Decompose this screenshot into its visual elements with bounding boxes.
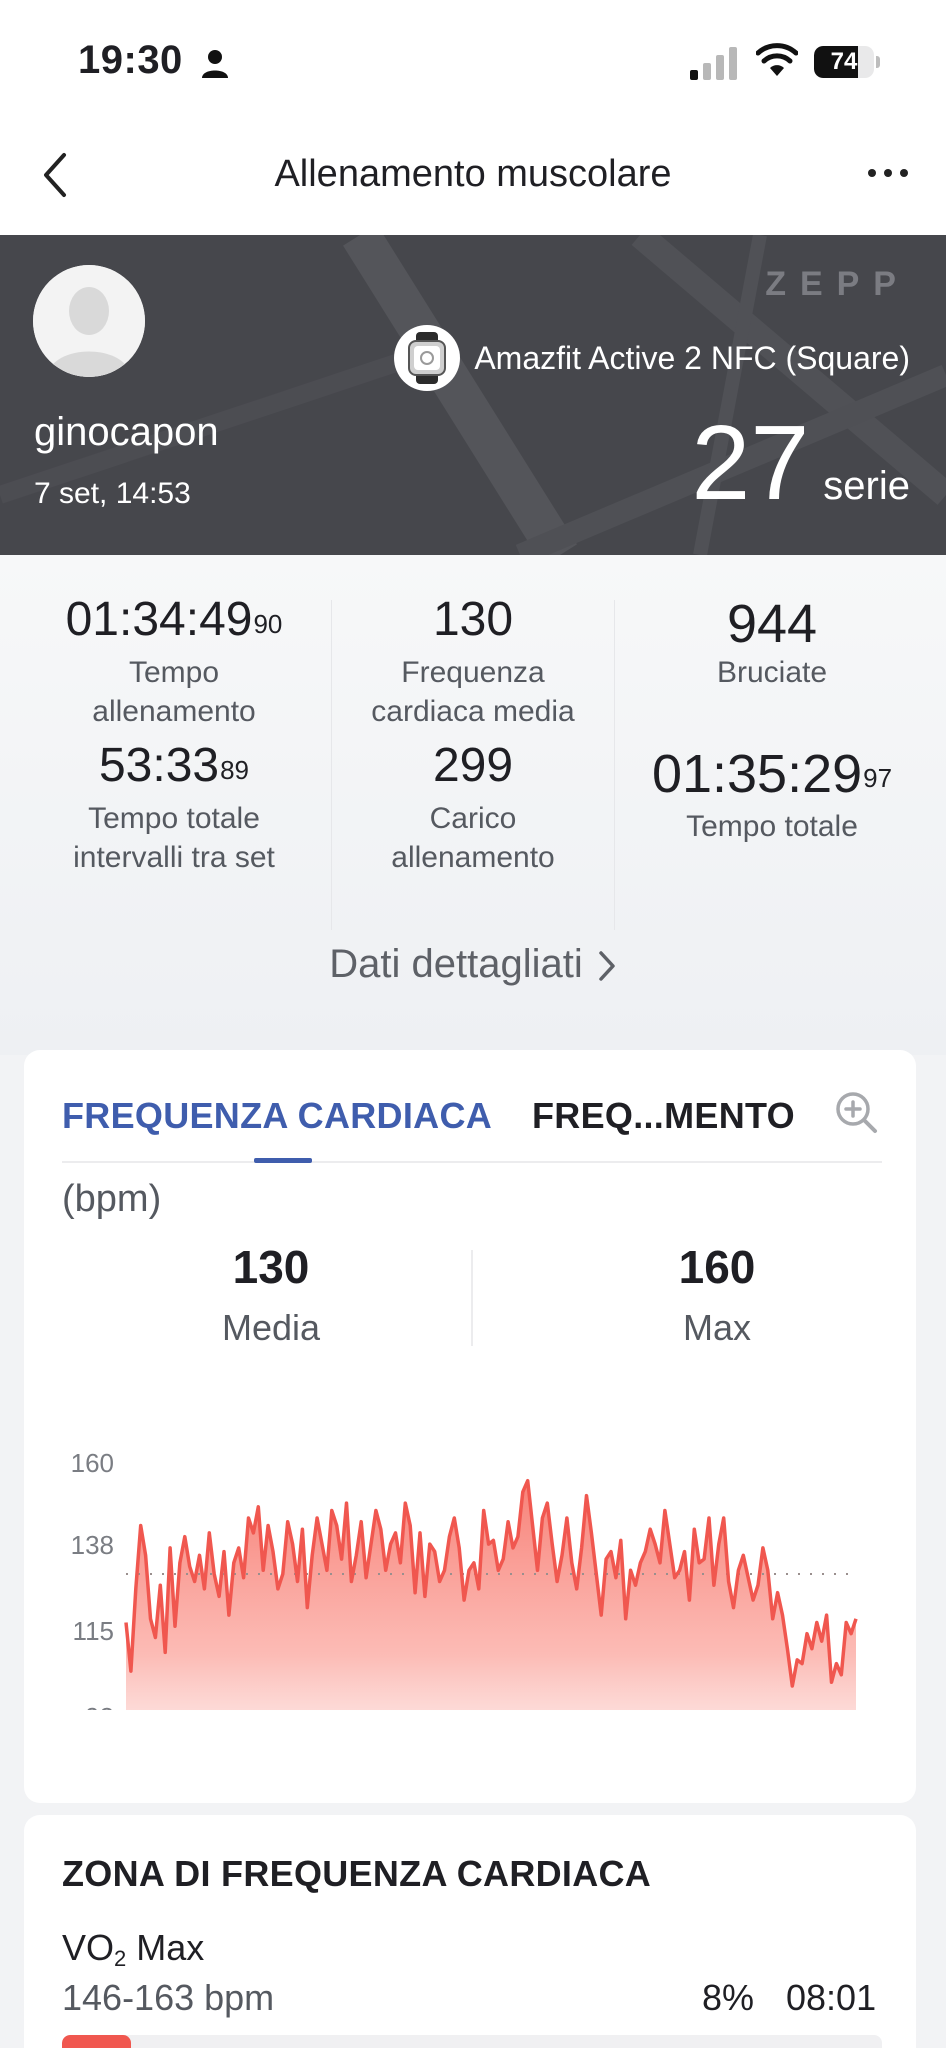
y-tick-label: 92 bbox=[85, 1702, 114, 1710]
brand-logo: ZEPP bbox=[765, 265, 910, 303]
sets-label: serie bbox=[823, 464, 910, 508]
stat-value: 01:35:29 bbox=[651, 744, 863, 804]
avg-hr-value: 130 bbox=[232, 1241, 310, 1293]
y-tick-label: 160 bbox=[71, 1448, 114, 1478]
stat-value-hundredths: 89 bbox=[220, 755, 250, 785]
more-options-button[interactable] bbox=[866, 161, 910, 185]
detailed-data-label: Dati dettagliati bbox=[329, 942, 583, 986]
stat-label: Frequenza cardiaca media bbox=[371, 656, 575, 728]
stat-calories: 944 Bruciate bbox=[622, 595, 922, 692]
workout-date: 7 set, 14:53 bbox=[34, 477, 191, 510]
stat-value: 299 bbox=[432, 739, 514, 792]
hr-area bbox=[126, 1480, 856, 1710]
heart-rate-zone-card: ZONA DI FREQUENZA CARDIACA VO2 Max 146-1… bbox=[24, 1815, 916, 2048]
zone-progress-fill bbox=[62, 2035, 131, 2048]
avg-hr-label: Media bbox=[221, 1307, 321, 1348]
unit-label: (bpm) bbox=[62, 1178, 162, 1220]
max-hr-label: Max bbox=[682, 1307, 751, 1348]
cellular-signal-icon bbox=[690, 47, 737, 80]
avatar-placeholder-icon bbox=[33, 265, 145, 377]
stat-label: Bruciate bbox=[716, 656, 828, 689]
heart-rate-chart[interactable]: 160138115927000:0023:4247:2401:11:0601:3… bbox=[24, 1380, 916, 1710]
detailed-data-link[interactable]: Dati dettagliati bbox=[0, 942, 946, 987]
stat-value: 944 bbox=[726, 594, 818, 654]
stat-training-time: 01:34:4990 Tempo allenamento bbox=[24, 591, 324, 731]
username: ginocapon bbox=[34, 410, 219, 454]
tab-divider bbox=[62, 1161, 882, 1163]
y-tick-label: 138 bbox=[71, 1530, 114, 1560]
stat-label: Tempo totale intervalli tra set bbox=[73, 802, 275, 874]
active-tab-indicator bbox=[254, 1158, 312, 1163]
device-row: Amazfit Active 2 NFC (Square) bbox=[394, 325, 910, 391]
sets-summary: 27 serie bbox=[691, 410, 910, 516]
zone-name: VO2 Max bbox=[62, 1927, 205, 1971]
stat-label: Tempo totale bbox=[686, 810, 858, 843]
stat-total-time: 01:35:2997 Tempo totale bbox=[622, 745, 922, 846]
chevron-right-icon bbox=[598, 951, 615, 982]
page-title: Allenamento muscolare bbox=[274, 153, 672, 195]
more-dot-icon bbox=[884, 169, 892, 177]
zone-percent: 8% bbox=[702, 1977, 755, 2018]
zoom-in-icon[interactable] bbox=[834, 1090, 878, 1134]
status-bar: 19:30 74 bbox=[0, 0, 946, 125]
heart-rate-card: FREQUENZA CARDIACA FREQ...MENTO (bpm) 13… bbox=[24, 1050, 916, 1803]
stat-label: Tempo allenamento bbox=[92, 656, 256, 728]
stat-value-hundredths: 90 bbox=[253, 609, 283, 639]
stat-value: 53:33 bbox=[98, 739, 220, 792]
stat-value: 01:34:49 bbox=[65, 593, 253, 646]
battery-icon: 74 bbox=[814, 46, 880, 78]
battery-level: 74 bbox=[830, 48, 858, 75]
stat-rest-time: 53:3389 Tempo totale intervalli tra set bbox=[24, 737, 324, 877]
nav-bar: Allenamento muscolare bbox=[0, 125, 946, 235]
workout-stats: 01:34:4990 Tempo allenamento 130 Frequen… bbox=[0, 555, 946, 1055]
stat-value: 130 bbox=[432, 593, 514, 646]
stat-value-hundredths: 97 bbox=[863, 763, 893, 793]
wifi-icon bbox=[756, 43, 798, 76]
sets-count: 27 bbox=[691, 404, 810, 522]
status-time: 19:30 bbox=[78, 38, 183, 82]
person-icon bbox=[202, 50, 228, 78]
zone-progress-track bbox=[62, 2035, 882, 2048]
stat-label: Carico allenamento bbox=[391, 802, 555, 874]
more-dot-icon bbox=[868, 169, 876, 177]
stat-avg-heart-rate: 130 Frequenza cardiaca media bbox=[323, 591, 623, 731]
y-tick-label: 115 bbox=[73, 1616, 114, 1646]
tab-second-metric[interactable]: FREQ...MENTO bbox=[532, 1095, 795, 1137]
zone-section-title: ZONA DI FREQUENZA CARDIACA bbox=[62, 1853, 652, 1894]
device-name: Amazfit Active 2 NFC (Square) bbox=[474, 339, 910, 376]
max-hr-value: 160 bbox=[678, 1241, 756, 1293]
watch-icon bbox=[394, 325, 461, 391]
tab-heart-rate[interactable]: FREQUENZA CARDIACA bbox=[62, 1095, 492, 1137]
user-avatar[interactable] bbox=[33, 265, 145, 377]
more-dot-icon bbox=[900, 169, 908, 177]
zone-time: 08:01 bbox=[786, 1977, 877, 2018]
workout-hero: ginocapon 7 set, 14:53 ZEPP Amazfit Acti… bbox=[0, 235, 946, 555]
summary-divider bbox=[471, 1250, 473, 1346]
stat-training-load: 299 Carico allenamento bbox=[323, 737, 623, 877]
zone-range: 146-163 bpm bbox=[62, 1977, 275, 2018]
